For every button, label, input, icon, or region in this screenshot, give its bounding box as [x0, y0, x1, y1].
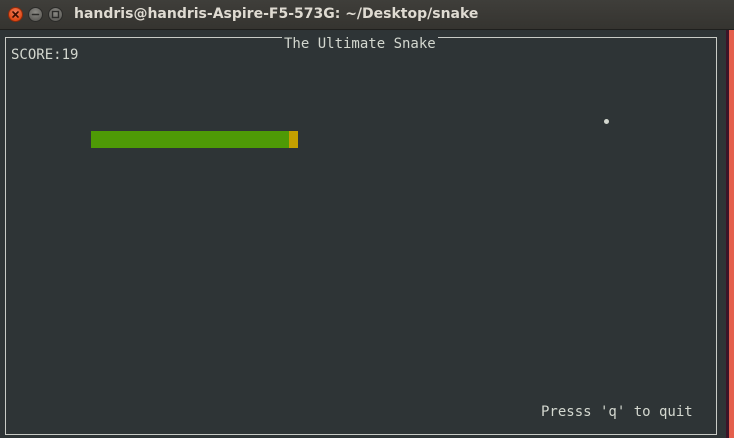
quit-hint: Presss 'q' to quit [541, 404, 693, 420]
title-bar[interactable]: handris@handris-Aspire-F5-573G: ~/Deskto… [0, 0, 734, 30]
food-pellet [604, 119, 609, 124]
terminal-area[interactable]: The Ultimate Snake SCORE:19 Presss 'q' t… [0, 30, 726, 438]
close-button[interactable] [8, 7, 23, 22]
game-board: The Ultimate Snake [5, 36, 717, 435]
game-title: The Ultimate Snake [282, 36, 438, 52]
window-title: handris@handris-Aspire-F5-573G: ~/Deskto… [74, 6, 479, 22]
snake-body [91, 131, 289, 148]
close-icon [12, 11, 19, 18]
maximize-icon [51, 10, 60, 19]
maximize-button[interactable] [48, 7, 63, 22]
snake-head [289, 131, 298, 148]
desktop-edge [729, 30, 734, 438]
minimize-button[interactable] [28, 7, 43, 22]
terminal-window: handris@handris-Aspire-F5-573G: ~/Deskto… [0, 0, 734, 438]
minimize-icon [31, 13, 40, 16]
score-label: SCORE:19 [11, 47, 79, 63]
